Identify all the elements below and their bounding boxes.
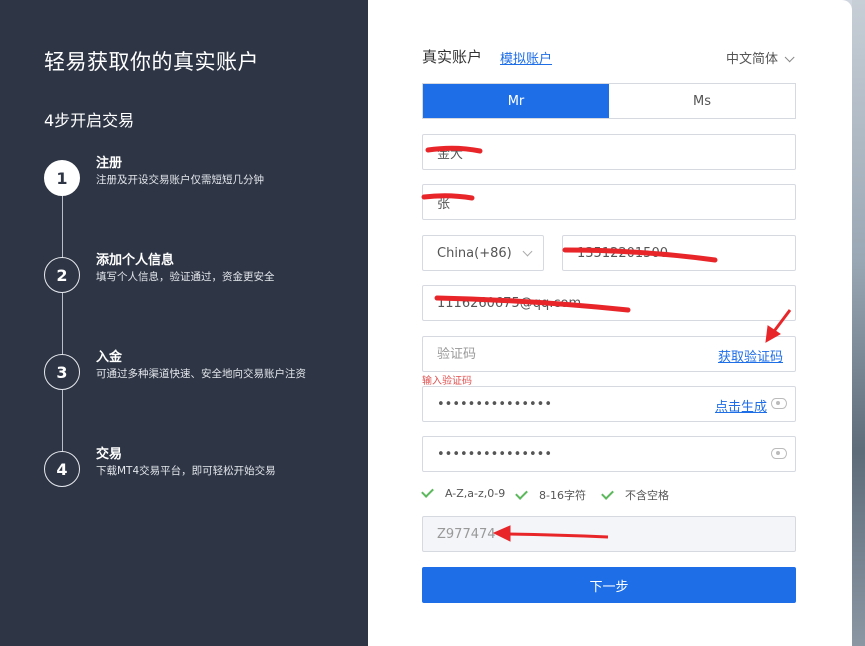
step-3: 3 入金 可通过多种渠道快速、安全地向交易账户注资 [44, 350, 344, 394]
tab-demo-account[interactable]: 模拟账户 [500, 48, 552, 67]
gender-ms-button[interactable]: Ms [609, 84, 795, 118]
language-label: 中文简体 [726, 52, 779, 67]
phone-field[interactable] [562, 235, 796, 271]
next-step-button[interactable]: 下一步 [422, 567, 796, 603]
rule-length-label: 8-16字符 [539, 489, 586, 502]
check-icon [601, 486, 614, 500]
steps-connector-line [62, 178, 63, 468]
step-2-desc: 填写个人信息，验证通过，资金更安全 [96, 271, 275, 283]
country-code-value: China(+86) [437, 245, 512, 261]
step-3-number: 3 [44, 354, 80, 390]
step-4-desc: 下载MT4交易平台，即可轻松开始交易 [96, 465, 276, 477]
eye-icon[interactable] [771, 398, 787, 409]
rule-charset: A-Z,a-z,0-9 [421, 485, 506, 500]
phone-input[interactable] [577, 245, 795, 261]
step-1-title: 注册 [96, 156, 123, 171]
verification-code-field[interactable]: 获取验证码 [422, 336, 796, 372]
check-icon [421, 485, 434, 498]
generate-password-link[interactable]: 点击生成 [715, 396, 767, 415]
first-name-input[interactable] [437, 144, 795, 160]
step-2: 2 添加个人信息 填写个人信息，验证通过，资金更安全 [44, 253, 344, 297]
email-input[interactable] [437, 295, 795, 311]
step-3-desc: 可通过多种渠道快速、安全地向交易账户注资 [96, 368, 306, 380]
step-4-number: 4 [44, 451, 80, 487]
tab-real-account[interactable]: 真实账户 [422, 46, 482, 67]
invite-code-input [437, 526, 795, 542]
email-field[interactable] [422, 285, 796, 321]
left-info-panel: 轻易获取你的真实账户 4步开启交易 1 注册 注册及开设交易账户仅需短短几分钟 … [0, 0, 368, 646]
gender-mr-button[interactable]: Mr [423, 84, 609, 118]
rule-length: 8-16字符 [515, 486, 586, 503]
confirm-password-field[interactable] [422, 436, 796, 472]
step-1-desc: 注册及开设交易账户仅需短短几分钟 [96, 174, 264, 186]
language-selector[interactable]: 中文简体 [726, 48, 795, 67]
rule-charset-label: A-Z,a-z,0-9 [445, 487, 506, 500]
invite-code-field [422, 516, 796, 552]
confirm-password-input[interactable] [437, 446, 795, 462]
gender-toggle: Mr Ms [422, 83, 796, 119]
step-4: 4 交易 下载MT4交易平台，即可轻松开始交易 [44, 447, 344, 491]
step-1: 1 注册 注册及开设交易账户仅需短短几分钟 [44, 156, 344, 200]
registration-form-panel: 真实账户 模拟账户 中文简体 Mr Ms China(+86) 获取验证码 输入… [368, 0, 852, 646]
step-3-title: 入金 [96, 350, 123, 365]
password-field[interactable]: 点击生成 [422, 386, 796, 422]
last-name-input[interactable] [437, 194, 795, 210]
chevron-down-icon [784, 52, 795, 63]
country-code-select[interactable]: China(+86) [422, 235, 544, 271]
rule-no-space-label: 不含空格 [625, 489, 669, 502]
left-subtitle: 4步开启交易 [44, 111, 135, 130]
rule-no-space: 不含空格 [601, 486, 669, 503]
chevron-down-icon [522, 246, 533, 257]
eye-icon[interactable] [771, 448, 787, 459]
first-name-field[interactable] [422, 134, 796, 170]
code-error-message: 输入验证码 [422, 376, 472, 387]
check-icon [515, 486, 528, 500]
step-1-number: 1 [44, 160, 80, 196]
step-4-title: 交易 [96, 447, 123, 462]
background-city-image [852, 0, 865, 646]
step-2-number: 2 [44, 257, 80, 293]
left-title: 轻易获取你的真实账户 [44, 50, 259, 74]
get-code-link[interactable]: 获取验证码 [718, 346, 783, 365]
last-name-field[interactable] [422, 184, 796, 220]
step-2-title: 添加个人信息 [96, 253, 175, 268]
